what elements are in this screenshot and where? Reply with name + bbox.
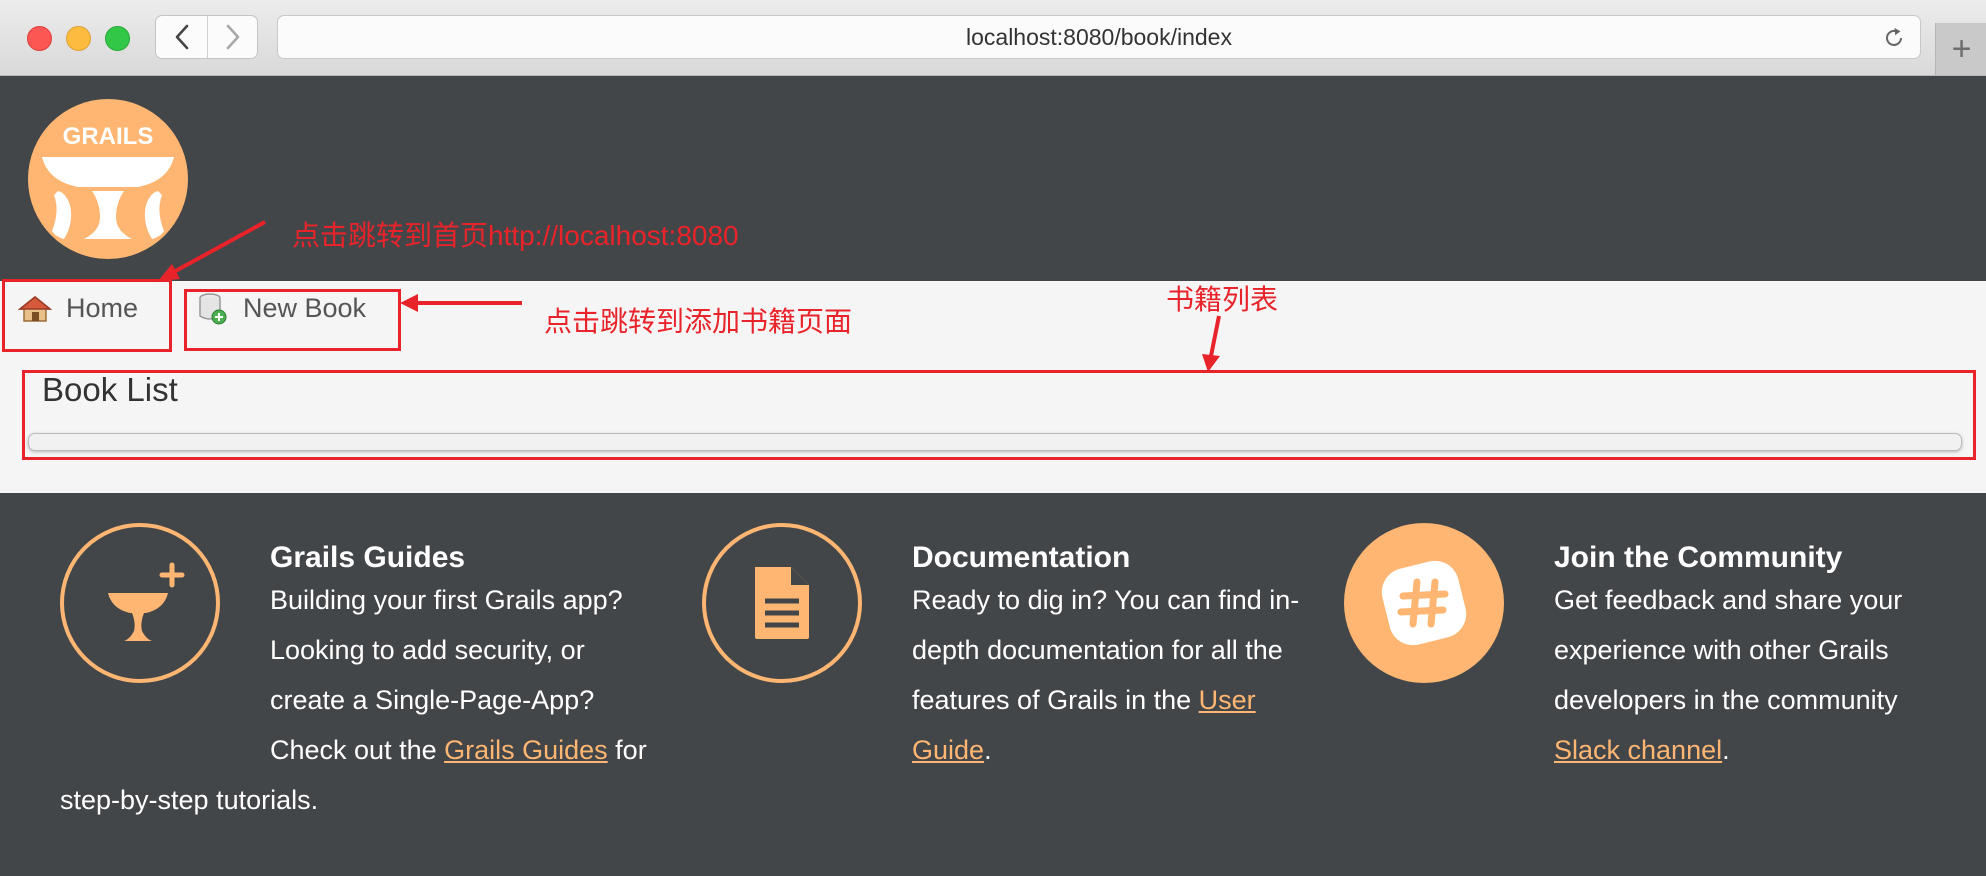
guide-title: Documentation: [912, 541, 1131, 574]
book-list-annotation: 书籍列表: [1166, 284, 1279, 315]
guide-grails-guides: Grails Guides Building your first Grails…: [60, 523, 660, 863]
guide-description: Ready to dig in? You can find in-depth d…: [912, 585, 1300, 765]
footer: Grails Guides Building your first Grails…: [0, 493, 1986, 876]
new-book-annotation: 点击跳转到添加书籍页面: [544, 306, 853, 337]
home-annotation: 点击跳转到首页http://localhost:8080: [292, 220, 739, 251]
reload-icon[interactable]: [1882, 26, 1906, 50]
url-text: localhost:8080/book/index: [966, 23, 1232, 50]
guide-title: Grails Guides: [270, 541, 466, 574]
slack-channel-link[interactable]: Slack channel: [1554, 735, 1722, 765]
browser-toolbar: localhost:8080/book/index +: [0, 0, 1986, 76]
close-window-button[interactable]: [27, 26, 52, 51]
new-tab-button[interactable]: +: [1935, 23, 1986, 75]
logo-wordmark: GRAILS: [63, 123, 154, 150]
guide-community: Join the Community Get feedback and shar…: [1344, 523, 1944, 863]
guide-description: Building your first Grails app? Looking …: [60, 585, 647, 815]
forward-button[interactable]: [207, 16, 258, 58]
address-bar[interactable]: localhost:8080/book/index: [277, 15, 1921, 59]
grails-cup-icon: GRAILS: [42, 123, 174, 239]
guide-documentation: Documentation Ready to dig in? You can f…: [702, 523, 1302, 863]
guide-title: Join the Community: [1554, 541, 1843, 574]
grails-guides-link[interactable]: Grails Guides: [444, 735, 608, 765]
zoom-window-button[interactable]: [105, 26, 130, 51]
new-book-highlight-box: [184, 289, 401, 351]
back-button[interactable]: [156, 16, 208, 58]
history-buttons: [155, 15, 258, 59]
chevron-right-icon: [226, 24, 239, 50]
grails-logo[interactable]: GRAILS: [28, 99, 188, 259]
guide-description: Get feedback and share your experience w…: [1554, 585, 1903, 765]
home-highlight-box: [2, 279, 172, 352]
minimize-window-button[interactable]: [66, 26, 91, 51]
book-list-highlight-box: [22, 370, 1976, 460]
chevron-left-icon: [175, 24, 188, 50]
